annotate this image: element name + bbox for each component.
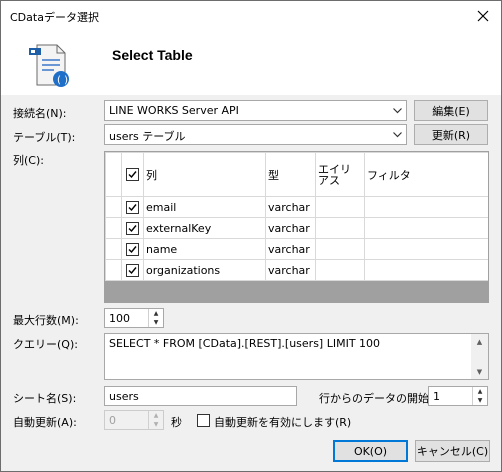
start-row-value: 1: [433, 390, 440, 403]
row-header-cell: [105, 152, 122, 197]
scroll-down-icon[interactable]: ▼: [471, 364, 488, 379]
select-all-cell[interactable]: [121, 152, 144, 197]
max-rows-value: 100: [109, 312, 130, 325]
column-filter-cell[interactable]: [364, 259, 488, 281]
table-row[interactable]: email varchar: [105, 196, 488, 218]
cancel-button[interactable]: キャンセル(C): [415, 440, 490, 462]
column-filter-cell[interactable]: [364, 196, 488, 218]
max-rows-spin[interactable]: ▲ ▼: [148, 309, 163, 327]
connection-value: LINE WORKS Server API: [109, 104, 239, 117]
column-filter-cell[interactable]: [364, 238, 488, 260]
column-alias-cell[interactable]: [315, 259, 365, 281]
start-row-label: 行からのデータの開始: [319, 392, 429, 405]
spin-down-icon[interactable]: ▼: [149, 318, 163, 327]
ok-button[interactable]: OK(O): [333, 440, 408, 462]
auto-refresh-label: 自動更新(A):: [13, 416, 77, 429]
table-row[interactable]: externalKey varchar: [105, 217, 488, 239]
spin-up-icon[interactable]: ▲: [149, 309, 163, 318]
row-checkbox[interactable]: [126, 200, 139, 214]
spin-down-icon: ▼: [153, 421, 159, 428]
close-button[interactable]: [465, 1, 501, 31]
sheet-name-input[interactable]: users: [104, 386, 297, 406]
table-value: users テーブル: [109, 130, 186, 143]
column-header-name: 列: [143, 152, 266, 197]
query-textarea[interactable]: SELECT * FROM [CData].[REST].[users] LIM…: [104, 333, 489, 380]
chevron-down-icon: [389, 101, 406, 120]
column-name-cell: name: [143, 238, 266, 260]
seconds-unit: 秒: [171, 416, 182, 429]
select-all-checkbox[interactable]: [126, 168, 139, 182]
columns-grid[interactable]: 列 型 エイリアス フィルタ email varchar externalKey…: [104, 151, 489, 303]
column-alias-cell[interactable]: [315, 238, 365, 260]
start-row-stepper[interactable]: 1 ▲ ▼: [428, 386, 488, 406]
column-header-filter: フィルタ: [364, 152, 488, 197]
auto-refresh-enable-label[interactable]: 自動更新を有効にします(R): [214, 414, 351, 430]
column-name-cell: externalKey: [143, 217, 266, 239]
close-icon: [477, 10, 489, 22]
edit-connection-button[interactable]: 編集(E): [414, 100, 488, 121]
start-row-spin[interactable]: ▲ ▼: [472, 387, 487, 405]
auto-refresh-checkbox[interactable]: [197, 414, 210, 427]
row-checkbox[interactable]: [126, 263, 139, 277]
column-type-cell: varchar: [265, 238, 316, 260]
column-alias-cell[interactable]: [315, 196, 365, 218]
title-bar: CDataデータ選択: [1, 1, 501, 31]
table-dropdown[interactable]: users テーブル: [104, 124, 407, 145]
refresh-table-button[interactable]: 更新(R): [414, 124, 488, 145]
column-name-cell: organizations: [143, 259, 266, 281]
row-checkbox[interactable]: [126, 242, 139, 256]
table-label: テーブル(T):: [13, 131, 76, 144]
max-rows-stepper[interactable]: 100 ▲ ▼: [104, 308, 164, 328]
dialog-window: CDataデータ選択 ( ) Select Table 接続名(N): LINE…: [0, 0, 502, 472]
sheet-name-value: users: [109, 390, 139, 403]
query-scrollbar[interactable]: ▲ ▼: [471, 334, 488, 379]
spin-up-icon: ▲: [153, 412, 159, 419]
column-header-type: 型: [265, 152, 316, 197]
chevron-down-icon: [389, 125, 406, 144]
row-checkbox[interactable]: [126, 221, 139, 235]
scroll-up-icon[interactable]: ▲: [471, 334, 488, 349]
query-text: SELECT * FROM [CData].[REST].[users] LIM…: [109, 337, 381, 350]
sheet-name-label: シート名(S):: [13, 392, 77, 405]
connection-label: 接続名(N):: [13, 107, 67, 120]
svg-text:( ): ( ): [57, 75, 68, 86]
grid-header-row: 列 型 エイリアス フィルタ: [105, 152, 488, 197]
query-label: クエリー(Q):: [13, 338, 78, 351]
column-type-cell: varchar: [265, 196, 316, 218]
spin-up-icon[interactable]: ▲: [473, 387, 487, 396]
column-filter-cell[interactable]: [364, 217, 488, 239]
column-header-alias: エイリアス: [315, 152, 365, 197]
column-alias-cell[interactable]: [315, 217, 365, 239]
page-title: Select Table: [112, 47, 193, 63]
max-rows-label: 最大行数(M):: [13, 314, 79, 327]
data-source-icon: ( ): [29, 44, 69, 87]
column-name-cell: email: [143, 196, 266, 218]
auto-refresh-stepper: 0 ▲ ▼: [104, 410, 164, 430]
window-title: CDataデータ選択: [10, 11, 99, 24]
spin-down-icon[interactable]: ▼: [473, 396, 487, 405]
header-area: ( ) Select Table: [1, 31, 501, 95]
table-row[interactable]: name varchar: [105, 238, 488, 260]
connection-dropdown[interactable]: LINE WORKS Server API: [104, 100, 407, 121]
column-type-cell: varchar: [265, 217, 316, 239]
auto-refresh-value: 0: [109, 414, 116, 427]
table-row[interactable]: organizations varchar: [105, 259, 488, 281]
column-type-cell: varchar: [265, 259, 316, 281]
columns-label: 列(C):: [13, 154, 44, 167]
auto-refresh-spin: ▲ ▼: [148, 411, 163, 429]
